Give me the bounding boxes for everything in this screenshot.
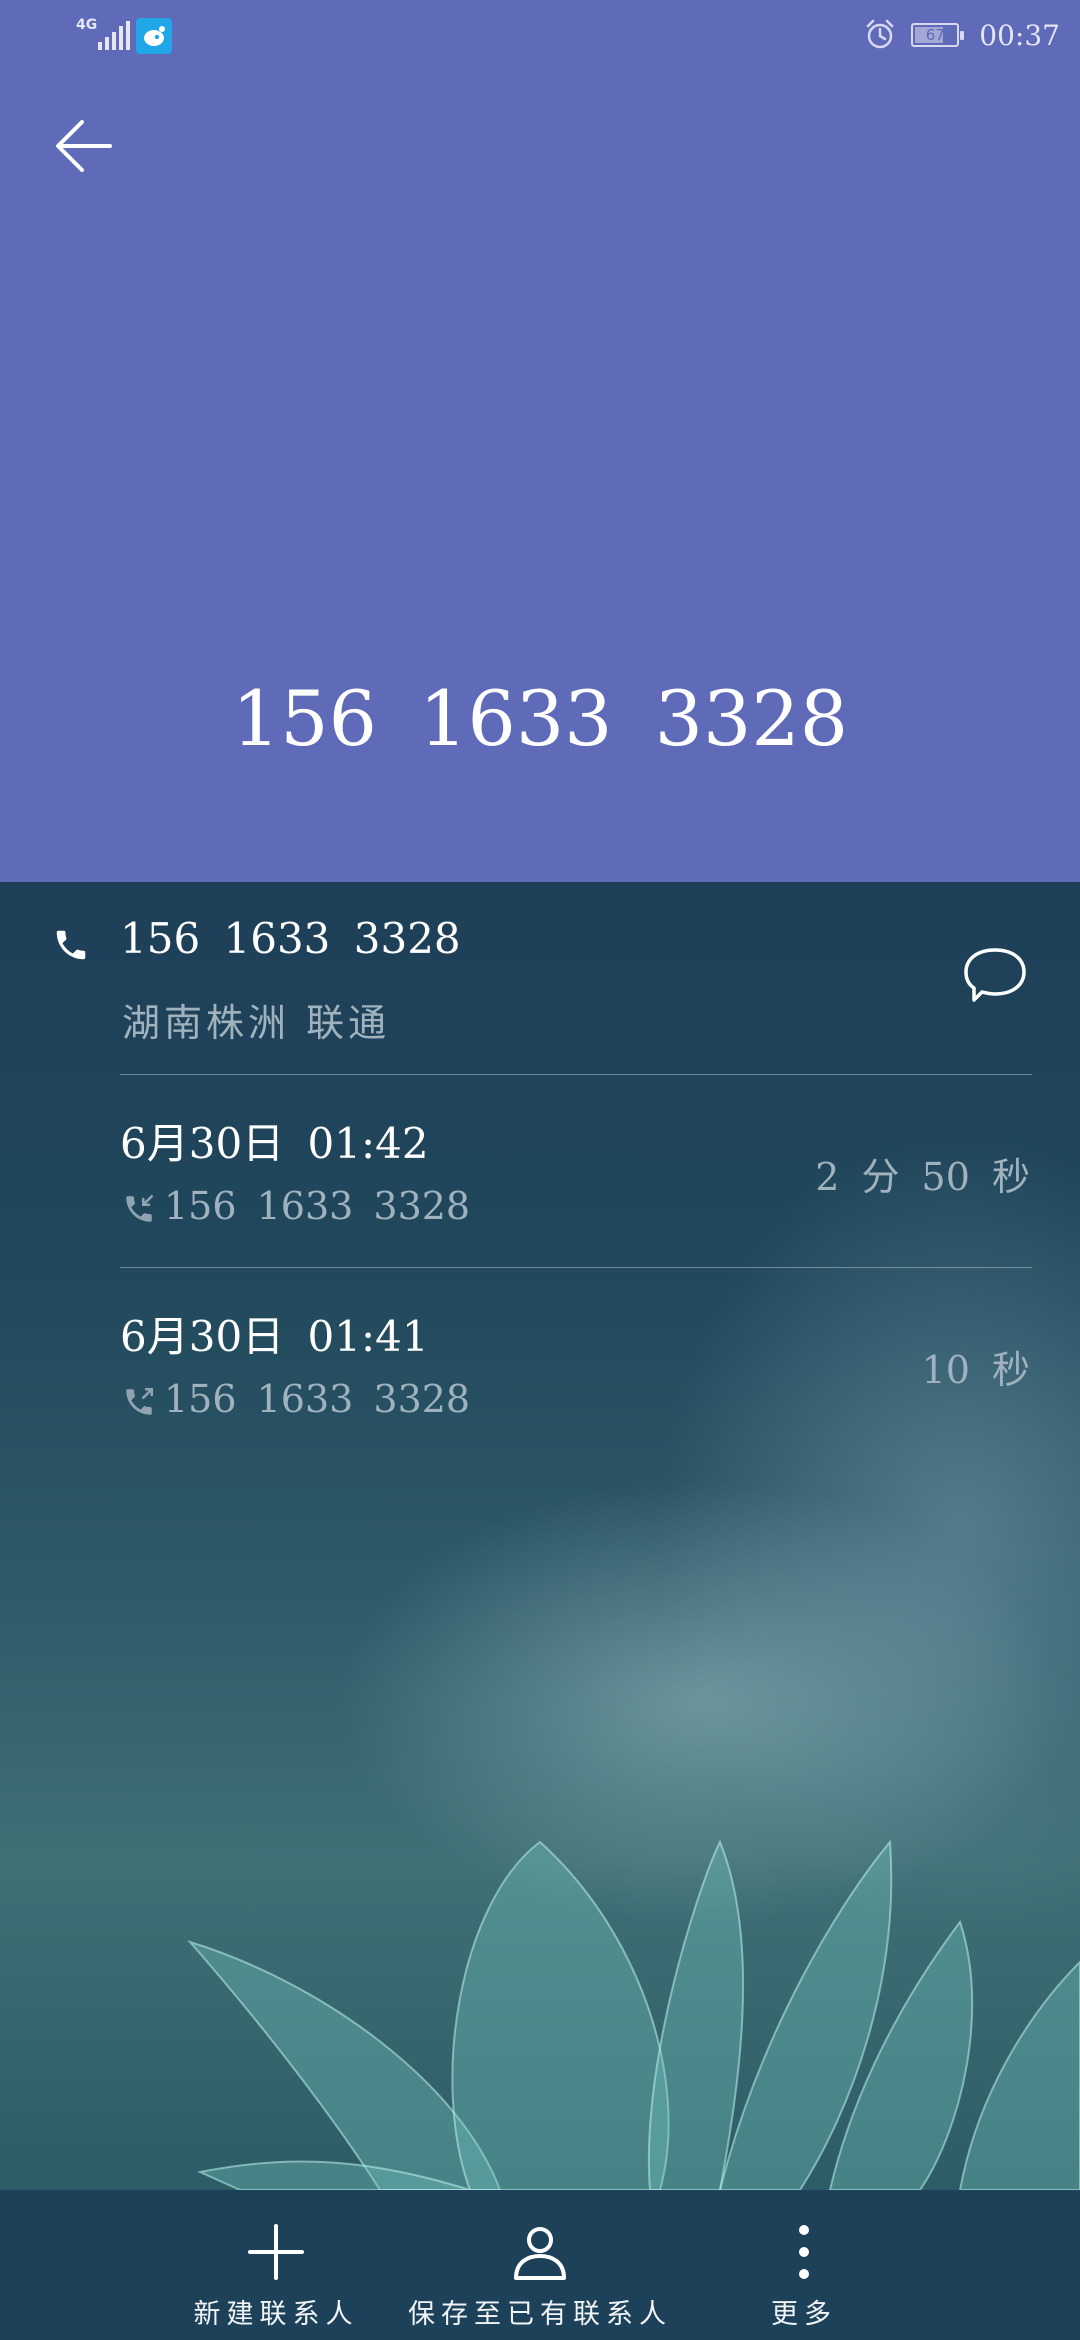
wallpaper-background <box>0 882 1080 2190</box>
header-phone-number: 156 1633 3328 <box>231 674 849 763</box>
status-time: 00:37 <box>979 18 1060 52</box>
incoming-call-icon <box>126 1194 154 1222</box>
app-notification-icon <box>136 18 172 54</box>
header: 4G 67 00:37 156 1633 3328 <box>0 0 1080 882</box>
bottom-action-bar: 新建联系人 保存至已有联系人 更多 <box>0 2190 1080 2340</box>
divider <box>120 1267 1032 1268</box>
call-datetime: 6月30日 01:41 <box>120 1312 429 1361</box>
new-contact-button[interactable]: 新建联系人 <box>176 2190 376 2340</box>
divider <box>120 1074 1032 1075</box>
save-to-existing-contact-button[interactable]: 保存至已有联系人 <box>400 2190 680 2340</box>
battery-level: 67 <box>925 26 945 44</box>
call-number: 156 1633 3328 <box>164 1184 471 1228</box>
new-contact-label: 新建联系人 <box>193 2299 359 2330</box>
outgoing-call-icon <box>126 1387 154 1415</box>
back-button[interactable] <box>48 112 120 184</box>
call-duration: 2 分 50 秒 <box>815 1155 1030 1199</box>
message-bubble-icon <box>964 948 1026 1002</box>
more-label: 更多 <box>771 2299 837 2330</box>
status-right: 67 00:37 <box>863 14 1060 56</box>
status-bar: 4G 67 00:37 <box>0 0 1080 72</box>
call-duration: 10 秒 <box>921 1348 1030 1392</box>
more-button[interactable]: 更多 <box>724 2190 884 2340</box>
contact-location: 湖南株洲 联通 <box>122 1001 391 1045</box>
phone-icon <box>56 930 86 960</box>
message-button[interactable] <box>960 944 1030 1008</box>
battery-icon: 67 <box>911 23 965 47</box>
more-vertical-icon <box>799 2225 809 2279</box>
call-number: 156 1633 3328 <box>164 1377 471 1421</box>
alarm-icon <box>867 19 894 49</box>
contact-number[interactable]: 156 1633 3328 <box>120 914 461 963</box>
save-to-existing-contact-label: 保存至已有联系人 <box>408 2299 672 2330</box>
plus-icon <box>248 2224 304 2280</box>
arrow-left-icon <box>56 120 112 172</box>
person-icon <box>514 2227 566 2280</box>
call-datetime: 6月30日 01:42 <box>120 1119 429 1168</box>
signal-icon: 4G <box>76 18 132 52</box>
